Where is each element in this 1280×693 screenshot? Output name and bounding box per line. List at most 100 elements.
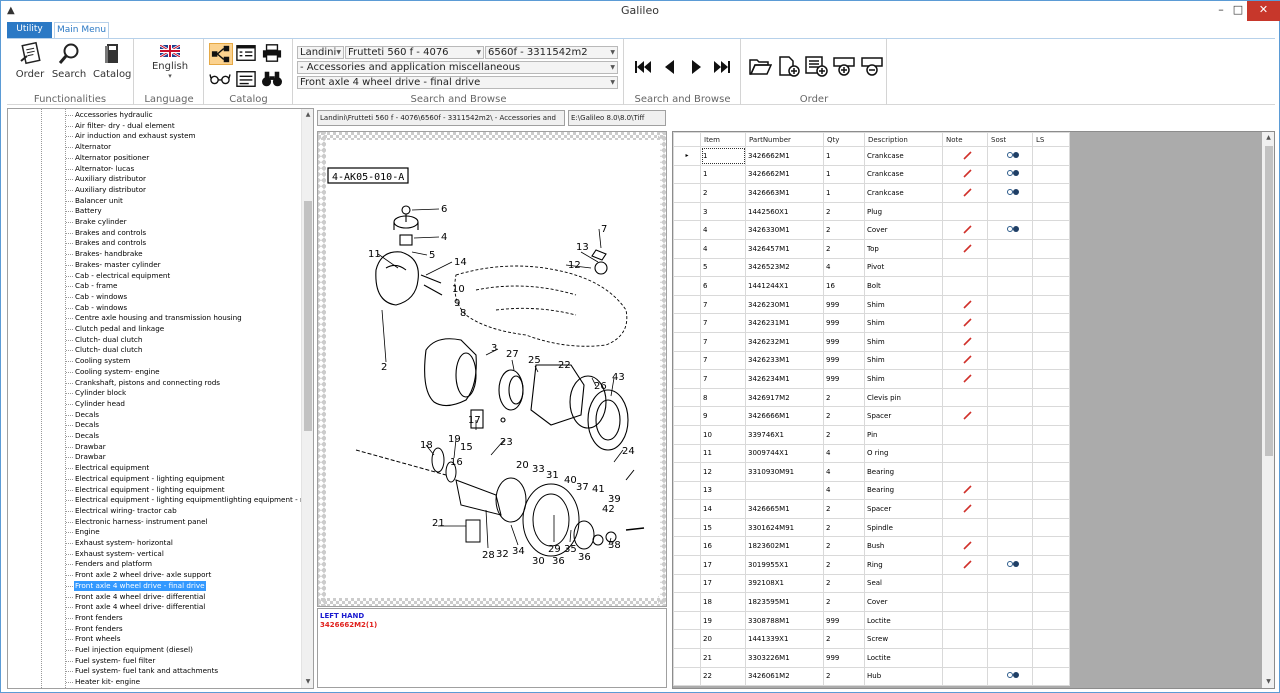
tree-item[interactable]: Brakes and controls <box>74 238 147 249</box>
table-row[interactable]: 7 3426234M1 999 Shim <box>673 369 1070 389</box>
tree-item[interactable]: Decals <box>74 431 100 442</box>
maximize-button[interactable]: □ <box>1230 1 1246 21</box>
scroll-up-icon[interactable]: ▲ <box>1262 132 1274 144</box>
cell-item[interactable]: 4 <box>700 238 746 259</box>
cell-description[interactable]: Bush <box>864 536 943 557</box>
row-header[interactable] <box>673 555 701 575</box>
scroll-thumb[interactable] <box>1265 146 1273 456</box>
cell-partnumber[interactable]: 3303226M1 <box>745 648 824 668</box>
cell-description[interactable]: Crankcase <box>864 164 943 185</box>
row-header[interactable]: ▸ <box>673 146 701 166</box>
cell-note[interactable] <box>942 666 988 687</box>
table-row[interactable]: 16 1823602M1 2 Bush <box>673 536 1070 557</box>
cell-note[interactable] <box>942 555 988 575</box>
cell-item[interactable]: 17 <box>700 555 746 575</box>
cell-note[interactable] <box>942 183 988 203</box>
row-header[interactable] <box>673 313 701 333</box>
tree-item[interactable]: Electrical equipment <box>74 463 150 474</box>
table-row[interactable]: 3 1442560X1 2 Plug <box>673 201 1070 222</box>
table-row[interactable]: 18 1823595M1 2 Cover <box>673 592 1070 612</box>
new-document-icon[interactable] <box>776 55 800 77</box>
cell-item[interactable]: 7 <box>700 350 746 371</box>
table-row[interactable]: 6 1441244X1 16 Bolt <box>673 276 1070 296</box>
cell-note[interactable] <box>942 331 988 352</box>
cell-item[interactable]: 8 <box>700 387 746 408</box>
cell-description[interactable]: Cover <box>864 220 943 240</box>
cell-note[interactable] <box>942 164 988 185</box>
cell-description[interactable]: Crankcase <box>864 146 943 166</box>
cell-item[interactable]: 22 <box>700 666 746 687</box>
row-header[interactable] <box>673 201 701 222</box>
cell-partnumber[interactable]: 3426231M1 <box>745 313 824 333</box>
cell-partnumber[interactable]: 1823602M1 <box>745 536 824 557</box>
add-list-icon[interactable] <box>804 55 828 77</box>
cell-note[interactable] <box>942 462 988 482</box>
cell-ls[interactable] <box>1032 555 1070 575</box>
minimize-button[interactable]: – <box>1213 1 1229 21</box>
tree-item[interactable]: Clutch pedal and linkage <box>74 324 165 335</box>
catalog-tree[interactable]: Accessories hydraulic Air filter- dry - d… <box>7 108 314 689</box>
table-row[interactable]: 1 3426662M1 1 Crankcase <box>673 164 1070 185</box>
tree-item[interactable]: Exhaust system- vertical <box>74 549 165 560</box>
tree-item[interactable]: Brakes- handbrake <box>74 249 144 260</box>
cell-partnumber[interactable]: 3426457M1 <box>745 238 824 259</box>
column-header-sost[interactable]: Sost <box>987 132 1033 147</box>
table-row[interactable]: 11 3009744X1 4 O ring <box>673 443 1070 464</box>
cell-partnumber[interactable]: 3426666M1 <box>745 406 824 426</box>
tree-item[interactable]: Front wheels <box>74 634 121 645</box>
cell-sost[interactable] <box>987 257 1033 278</box>
row-header[interactable] <box>673 573 701 594</box>
cell-qty[interactable]: 1 <box>823 146 865 166</box>
note-pen-icon[interactable] <box>963 484 973 495</box>
cell-note[interactable] <box>942 536 988 557</box>
cell-item[interactable]: 7 <box>700 294 746 315</box>
row-header[interactable] <box>673 406 701 426</box>
cell-description[interactable]: Shim <box>864 294 943 315</box>
note-pen-icon[interactable] <box>963 224 973 234</box>
table-row[interactable]: 2 3426663M1 1 Crankcase <box>673 183 1070 203</box>
cell-qty[interactable]: 2 <box>823 592 865 612</box>
cell-partnumber[interactable]: 3310930M91 <box>745 462 824 482</box>
cell-ls[interactable] <box>1032 350 1070 371</box>
row-header[interactable] <box>673 350 701 371</box>
cell-sost[interactable] <box>987 424 1033 445</box>
cell-item[interactable]: 7 <box>700 313 746 333</box>
cell-sost[interactable] <box>987 536 1033 557</box>
substitution-icon[interactable] <box>1006 225 1020 233</box>
cell-description[interactable]: Cover <box>864 592 943 612</box>
cell-note[interactable] <box>942 276 988 296</box>
cell-qty[interactable]: 999 <box>823 350 865 371</box>
cell-description[interactable]: Loctite <box>864 610 943 631</box>
column-header-ls[interactable]: LS <box>1032 132 1070 147</box>
tree-item[interactable]: Centre axle housing and transmission hou… <box>74 313 243 324</box>
table-row[interactable]: 17 3019955X1 2 Ring <box>673 555 1070 575</box>
cell-sost[interactable] <box>987 462 1033 482</box>
tree-item[interactable]: Cab - windows <box>74 303 128 314</box>
cell-item[interactable]: 11 <box>700 443 746 464</box>
cell-item[interactable]: 7 <box>700 369 746 389</box>
cell-sost[interactable] <box>987 573 1033 594</box>
cell-sost[interactable] <box>987 443 1033 464</box>
cell-item[interactable]: 5 <box>700 257 746 278</box>
cell-partnumber[interactable]: 3426917M2 <box>745 387 824 408</box>
scroll-down-icon[interactable]: ▼ <box>302 676 313 688</box>
cell-partnumber[interactable]: 1441244X1 <box>745 276 824 296</box>
cell-note[interactable] <box>942 629 988 650</box>
cell-qty[interactable]: 4 <box>823 257 865 278</box>
cell-ls[interactable] <box>1032 257 1070 278</box>
tree-item[interactable]: Brakes and controls <box>74 228 147 239</box>
scroll-down-icon[interactable]: ▼ <box>1262 676 1274 688</box>
note-pen-icon[interactable] <box>963 243 973 253</box>
cell-qty[interactable]: 1 <box>823 164 865 185</box>
tree-item[interactable]: Auxiliary distributor <box>74 174 147 185</box>
cell-qty[interactable]: 1 <box>823 183 865 203</box>
cell-qty[interactable]: 4 <box>823 443 865 464</box>
row-header[interactable] <box>673 462 701 482</box>
tree-item[interactable]: Alternator- lucas <box>74 164 135 175</box>
cell-item[interactable]: 15 <box>700 517 746 538</box>
cell-ls[interactable] <box>1032 406 1070 426</box>
cell-ls[interactable] <box>1032 629 1070 650</box>
table-row[interactable]: 7 3426231M1 999 Shim <box>673 313 1070 333</box>
tab-utility[interactable]: Utility <box>7 22 52 38</box>
note-pen-icon[interactable] <box>963 187 973 197</box>
